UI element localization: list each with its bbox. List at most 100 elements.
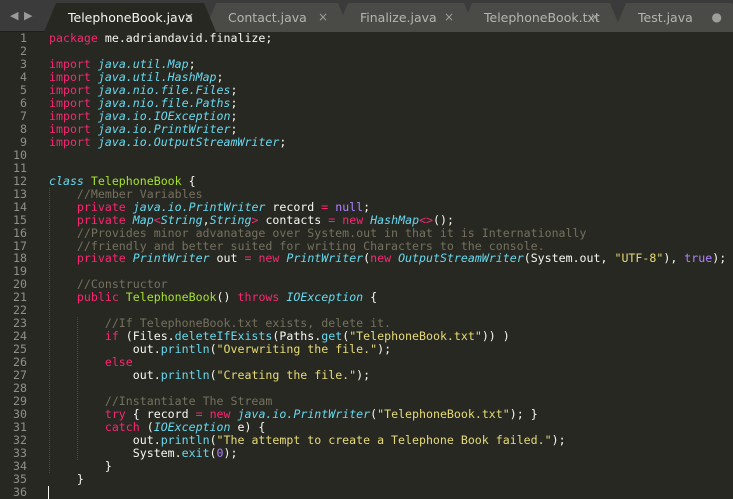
token: "Creating the file." xyxy=(216,368,357,383)
token: "TelephoneBook.txt" xyxy=(349,329,482,344)
token: //Constructor xyxy=(76,277,168,292)
unsaved-dot-icon[interactable]: ● xyxy=(712,3,722,32)
close-icon[interactable]: × xyxy=(184,3,194,32)
token: ; xyxy=(216,69,224,84)
token: = xyxy=(195,407,203,422)
token: OutputStreamWriter xyxy=(398,251,524,266)
token: ); } xyxy=(509,407,538,422)
token: 0 xyxy=(216,446,224,461)
line-number: 8 xyxy=(20,121,27,136)
code-line: 9 import java.io.OutputStreamWriter; xyxy=(0,134,733,149)
tab-test-java[interactable]: Test.java ● xyxy=(614,3,733,32)
token: deleteIfExists xyxy=(174,329,273,344)
line-number: 11 xyxy=(13,160,27,175)
line-number: 4 xyxy=(20,69,27,84)
close-icon[interactable]: × xyxy=(318,3,328,32)
code-line: 27 out.println("Creating the file."); xyxy=(0,369,733,382)
token: ; xyxy=(230,82,238,97)
token: out. xyxy=(49,433,161,448)
token: "The attempt to create a Telephone Book … xyxy=(216,433,552,448)
token: import xyxy=(49,134,91,149)
code-line: 21 public TelephoneBook() throws IOExcep… xyxy=(0,291,733,304)
token: ; xyxy=(363,199,371,214)
token: TelephoneBook xyxy=(90,173,182,188)
line-number: 10 xyxy=(13,147,27,162)
token: record xyxy=(265,199,322,214)
code-text: import java.io.OutputStreamWriter; xyxy=(49,134,287,149)
tab-telephonebook-txt[interactable]: TelephoneBook.txt × xyxy=(460,3,622,32)
tab-label: Contact.java xyxy=(228,10,307,25)
token: catch xyxy=(104,420,140,435)
close-icon[interactable]: × xyxy=(444,3,454,32)
token: HashMap xyxy=(370,212,420,227)
close-icon[interactable]: × xyxy=(590,3,600,32)
token: ; xyxy=(230,108,238,123)
line-number: 16 xyxy=(13,225,27,240)
line-number: 3 xyxy=(20,56,27,71)
token: me.adriandavid.finalize; xyxy=(97,31,273,45)
token: class xyxy=(49,173,84,188)
tab-label: TelephoneBook.java xyxy=(68,10,193,25)
token: out. xyxy=(49,368,161,383)
token: new xyxy=(342,212,364,227)
code-editor[interactable]: 1 package me.adriandavid.finalize; 2 3 impor… xyxy=(0,32,733,499)
token: } xyxy=(49,459,112,473)
tab-bar: ◀ ▶ TelephoneBook.java × Contact.java × Fina… xyxy=(0,0,733,32)
token: Map xyxy=(132,212,154,227)
line-number: 13 xyxy=(13,186,27,201)
back-arrow-icon[interactable]: ◀ xyxy=(10,9,18,22)
token: else xyxy=(104,355,133,370)
token: <> xyxy=(419,212,434,227)
token: (Paths. xyxy=(272,329,322,344)
token: contacts xyxy=(258,212,329,227)
line-number: 36 xyxy=(13,484,27,499)
token: import xyxy=(49,121,91,136)
token: { record xyxy=(125,407,196,422)
token: out xyxy=(209,251,245,266)
code-text: private PrintWriter out = new PrintWrite… xyxy=(49,252,726,265)
token: (); xyxy=(433,212,454,227)
token: System. xyxy=(49,446,182,461)
forward-arrow-icon[interactable]: ▶ xyxy=(24,9,32,22)
indent-guide xyxy=(49,187,50,473)
code-line: 10 xyxy=(0,147,733,162)
tab-telephonebook-java[interactable]: TelephoneBook.java × xyxy=(44,3,216,32)
code-line: 1 package me.adriandavid.finalize; xyxy=(0,32,733,45)
token: private xyxy=(76,212,126,227)
token: String xyxy=(209,212,252,227)
tab-finalize-java[interactable]: Finalize.java × xyxy=(336,3,476,32)
token: ; xyxy=(230,95,238,110)
token: println xyxy=(160,342,210,357)
token: ); xyxy=(356,368,371,383)
token: import xyxy=(49,82,91,97)
code-line: 18 private PrintWriter out = new PrintWr… xyxy=(0,252,733,265)
token: PrintWriter xyxy=(286,251,364,266)
tab-label: Finalize.java xyxy=(360,10,437,25)
token: new xyxy=(258,251,280,266)
token: e) { xyxy=(230,420,266,435)
token: ; xyxy=(279,134,287,149)
line-number: 6 xyxy=(20,95,27,110)
token: import xyxy=(49,95,91,110)
token: ( xyxy=(209,433,217,448)
token: ; xyxy=(230,121,238,136)
token: if xyxy=(104,329,119,344)
token: "TelephoneBook.txt" xyxy=(377,407,510,422)
token: , xyxy=(202,212,210,227)
token: new xyxy=(370,251,392,266)
tab-contact-java[interactable]: Contact.java × xyxy=(204,3,350,32)
line-number: 12 xyxy=(13,173,27,188)
token: exit xyxy=(181,446,210,461)
line-number: 7 xyxy=(20,108,27,123)
